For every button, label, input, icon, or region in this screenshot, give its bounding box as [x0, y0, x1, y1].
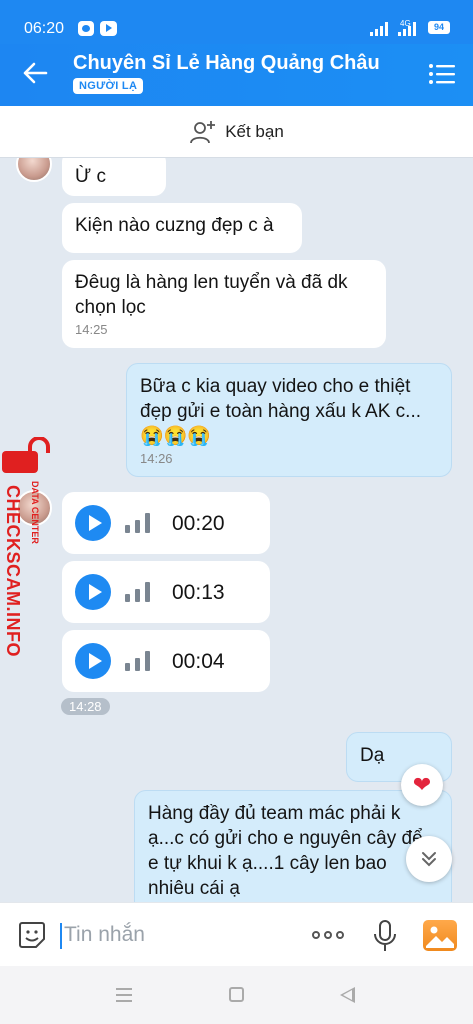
status-time: 06:20: [24, 20, 65, 37]
menu-list-icon[interactable]: [428, 62, 456, 86]
recent-apps-icon[interactable]: [116, 988, 132, 1006]
image-icon[interactable]: [423, 920, 457, 951]
home-icon[interactable]: [229, 987, 244, 1002]
message-text: Ừ c: [75, 166, 107, 187]
message-bubble[interactable]: Bữa c kia quay video cho e thiệt đẹp gửi…: [126, 363, 452, 477]
battery-icon: 94: [428, 21, 450, 34]
voice-message[interactable]: 00:20: [62, 492, 270, 554]
stranger-badge: NGƯỜI LẠ: [73, 78, 144, 94]
system-nav-bar: [0, 966, 473, 1024]
watermark-text: CHECKSCAM.INFO: [3, 485, 23, 657]
timestamp-badge: 14:28: [61, 698, 110, 715]
message-input[interactable]: Tin nhắn: [64, 923, 145, 947]
message-text: Kiện nào cuzng đẹp c à: [75, 215, 274, 236]
back-arrow-icon[interactable]: [20, 58, 50, 88]
voice-duration: 00:20: [172, 511, 225, 535]
message-time: 14:26: [140, 451, 173, 466]
watermark-subtext: DATA CENTER: [30, 481, 40, 544]
message-bubble[interactable]: Ừ c: [62, 158, 166, 196]
voice-duration: 00:13: [172, 580, 225, 604]
message-text: Đêug là hàng len tuyển và đã dk chọn lọc: [75, 272, 348, 318]
more-icon[interactable]: [312, 931, 344, 939]
message-time: 14:25: [75, 322, 108, 337]
avatar[interactable]: [16, 158, 52, 182]
voice-message[interactable]: 00:04: [62, 630, 270, 692]
add-user-icon: [190, 120, 216, 143]
add-friend-label: Kết bạn: [225, 121, 284, 141]
signal-icon: [370, 20, 388, 36]
audio-wave-icon: [125, 651, 150, 671]
chat-header: Chuyên Sỉ Lẻ Hàng Quảng Châu NGƯỜI LẠ: [0, 44, 473, 106]
mic-icon[interactable]: [372, 919, 398, 953]
scroll-down-button[interactable]: [406, 836, 452, 882]
voice-duration: 00:04: [172, 649, 225, 673]
message-text: Bữa c kia quay video cho e thiệt đẹp gửi…: [140, 376, 422, 447]
text-caret: [60, 923, 62, 949]
chat-area[interactable]: Ừ c Kiện nào cuzng đẹp c à Đêug là hàng …: [0, 158, 473, 902]
chevron-double-down-icon: [422, 852, 436, 867]
message-bubble[interactable]: Đêug là hàng len tuyển và đã dk chọn lọc…: [62, 260, 386, 348]
back-icon[interactable]: [340, 987, 355, 1003]
message-text: Hàng đầy đủ team mác phải k ạ...c có gửi…: [148, 803, 423, 899]
message-bubble[interactable]: Kiện nào cuzng đẹp c à: [62, 203, 302, 253]
audio-wave-icon: [125, 582, 150, 602]
heart-icon[interactable]: ❤: [401, 764, 443, 806]
youtube-notification-icon: [100, 21, 117, 36]
voice-message[interactable]: 00:13: [62, 561, 270, 623]
audio-wave-icon: [125, 513, 150, 533]
contact-name[interactable]: Chuyên Sỉ Lẻ Hàng Quảng Châu: [73, 52, 380, 75]
message-text: Dạ: [360, 745, 385, 766]
add-friend-button[interactable]: Kết bạn: [0, 106, 473, 158]
reaction-heart: ❤: [412, 772, 432, 797]
play-icon[interactable]: [75, 643, 111, 679]
zalo-notification-icon: [78, 21, 94, 36]
status-bar: 06:20 4G 94: [0, 0, 473, 44]
message-input-bar: Tin nhắn: [0, 902, 473, 966]
play-icon[interactable]: [75, 505, 111, 541]
lock-icon: [2, 437, 50, 473]
message-bubble[interactable]: Hàng đầy đủ team mác phải k ạ...c có gửi…: [134, 790, 452, 902]
signal-icon-2: [398, 20, 416, 36]
sticker-icon[interactable]: [16, 919, 48, 951]
play-icon[interactable]: [75, 574, 111, 610]
watermark: CHECKSCAM.INFO DATA CENTER: [0, 437, 52, 667]
